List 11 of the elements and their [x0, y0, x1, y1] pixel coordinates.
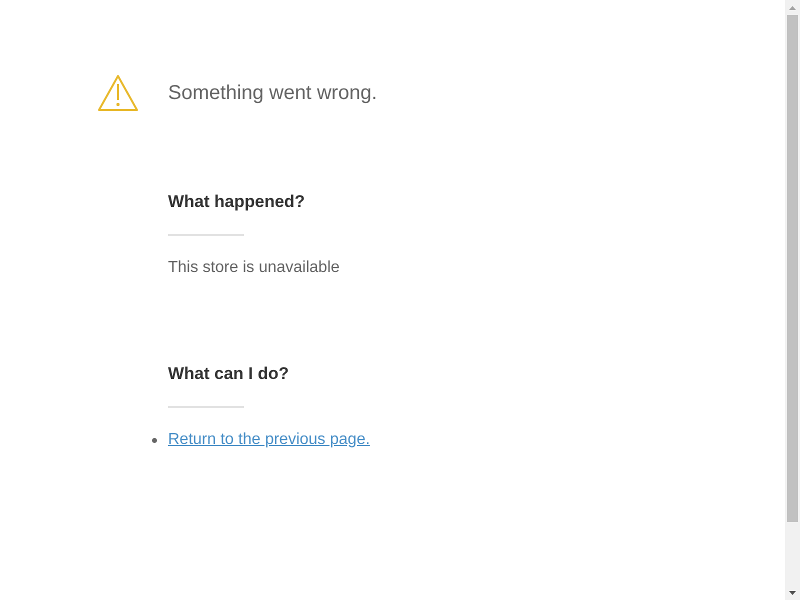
scroll-down-icon[interactable]: [789, 590, 796, 594]
section-heading: What happened?: [168, 192, 306, 212]
message-text: This store is unavailable: [168, 259, 341, 277]
scrollbar[interactable]: [785, 0, 800, 600]
bullet-icon: [152, 438, 157, 442]
section-heading: What can I do?: [168, 364, 290, 384]
error-title: Something went wrong.: [168, 82, 378, 104]
scroll-up-icon[interactable]: [789, 6, 796, 10]
scroll-thumb[interactable]: [787, 15, 798, 522]
back-link[interactable]: Return to the previous page.: [168, 431, 370, 449]
warning-icon: [97, 74, 139, 112]
